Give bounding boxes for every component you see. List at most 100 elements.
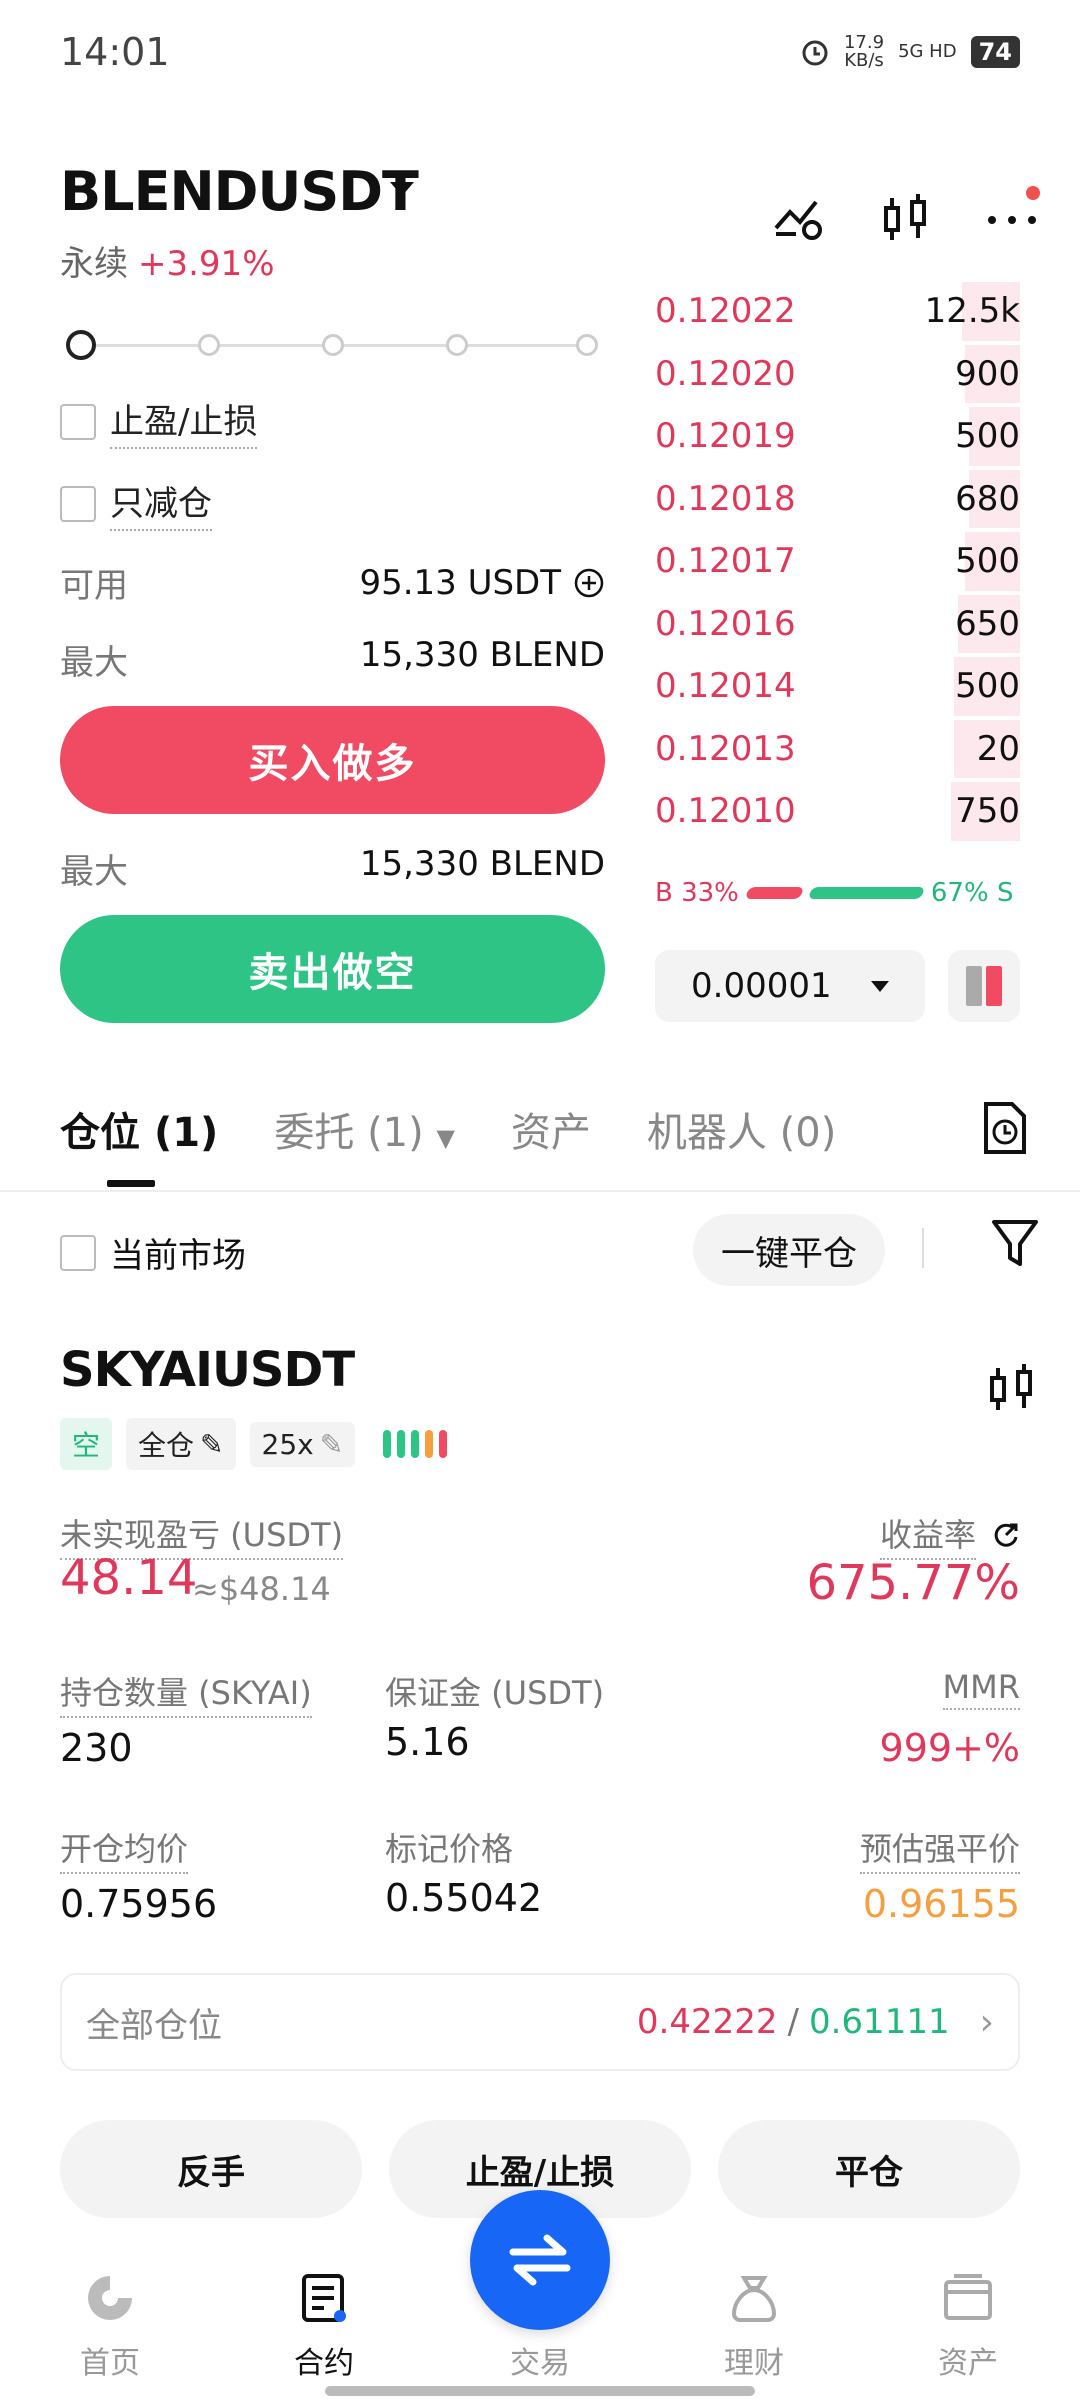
position-symbol[interactable]: SKYAIUSDT <box>60 1342 355 1398</box>
liq-label[interactable]: 预估强平价 <box>859 1824 1020 1874</box>
ask-qty: 650 <box>955 603 1020 644</box>
signal-indicator: 5G HD <box>898 41 957 62</box>
entry-value: 0.75956 <box>60 1882 218 1926</box>
size-value: 230 <box>60 1726 133 1770</box>
size-label[interactable]: 持仓数量 (SKYAI) <box>60 1668 312 1718</box>
side-badge: 空 <box>60 1418 113 1470</box>
wallet-icon <box>944 2274 992 2320</box>
price-alert-icon[interactable] <box>772 190 828 246</box>
close-position-button[interactable]: 平仓 <box>718 2120 1020 2218</box>
mmr-value: 999+% <box>879 1726 1020 1770</box>
liq-value: 0.96155 <box>862 1882 1020 1926</box>
available-value: 95.13 USDT <box>359 562 561 603</box>
pair-title[interactable]: BLENDUSDT <box>60 160 419 223</box>
tab-assets[interactable]: 资产 <box>511 1100 591 1158</box>
share-icon[interactable] <box>992 1521 1020 1549</box>
ask-qty: 500 <box>955 666 1020 707</box>
close-all-button[interactable]: 一键平仓 <box>693 1214 885 1286</box>
orderbook-row[interactable]: 0.12016 650 <box>655 593 1020 656</box>
orderbook-row[interactable]: 0.12010 750 <box>655 780 1020 843</box>
margin-value: 5.16 <box>385 1720 470 1764</box>
orderbook-row[interactable]: 0.12014 500 <box>655 655 1020 718</box>
earn-icon <box>731 2276 777 2322</box>
nav-futures[interactable]: 合约 <box>254 2270 394 2382</box>
nav-assets[interactable]: 资产 <box>898 2270 1038 2382</box>
precision-value: 0.00001 <box>691 966 832 1006</box>
ask-price: 0.12018 <box>655 478 796 519</box>
edit-icon: ✎ <box>200 1427 224 1461</box>
buy-long-button[interactable]: 买入做多 <box>60 706 605 814</box>
tab-positions[interactable]: 仓位 (1) <box>60 1100 218 1158</box>
tpsl-checkbox[interactable] <box>60 403 96 440</box>
orderbook-row[interactable]: 0.12018 680 <box>655 468 1020 531</box>
ask-price: 0.12019 <box>655 416 796 457</box>
ask-qty: 500 <box>955 416 1020 457</box>
pair-dropdown-icon[interactable] <box>390 182 414 196</box>
tpsl-label: 止盈/止损 <box>110 394 258 449</box>
history-icon[interactable] <box>980 1100 1030 1156</box>
battery-icon: 74 <box>970 36 1020 68</box>
ask-price: 0.12017 <box>655 541 796 582</box>
status-icons: 17.9 KB/s 5G HD 74 <box>800 34 1020 70</box>
ask-price: 0.12010 <box>655 791 796 832</box>
buy-sell-ratio: B 33% 67% S <box>655 878 1020 908</box>
edit-icon: ✎ <box>319 1427 344 1461</box>
nav-home[interactable]: 首页 <box>40 2270 180 2382</box>
ask-price: 0.12020 <box>655 353 796 394</box>
current-market-checkbox[interactable] <box>60 1234 96 1271</box>
all-positions-label: 全部仓位 <box>86 2005 222 2046</box>
tpsl-option[interactable]: 止盈/止损 <box>60 394 258 449</box>
max-buy-row: 最大 15,330 BLEND <box>60 635 605 683</box>
mark-label: 标记价格 <box>385 1830 514 1868</box>
entry-label[interactable]: 开仓均价 <box>60 1824 189 1874</box>
add-funds-icon[interactable] <box>573 567 605 599</box>
ask-qty: 680 <box>955 478 1020 519</box>
reduce-only-checkbox[interactable] <box>60 485 96 522</box>
ask-price: 0.12022 <box>655 291 796 332</box>
buy-ratio-bar <box>744 887 805 899</box>
current-market-option[interactable]: 当前市场 <box>60 1228 246 1277</box>
nav-earn[interactable]: 理财 <box>684 2270 824 2382</box>
ask-price: 0.12014 <box>655 666 796 707</box>
tp-value: 0.42222 <box>636 2002 778 2042</box>
risk-level-icon <box>383 1430 448 1458</box>
candlestick-chart-icon[interactable] <box>878 190 934 246</box>
orderbook-row[interactable]: 0.12019 500 <box>655 405 1020 468</box>
tab-bots[interactable]: 机器人 (0) <box>647 1100 836 1158</box>
net-speed: 17.9 KB/s <box>843 32 885 71</box>
divider <box>0 1190 1080 1192</box>
candlestick-chart-icon[interactable] <box>984 1360 1040 1416</box>
max-buy-value: 15,330 BLEND <box>359 635 605 675</box>
all-positions-row[interactable]: 全部仓位 0.42222/0.61111 › <box>60 1973 1020 2071</box>
gesture-bar <box>325 2386 755 2396</box>
filter-icon[interactable] <box>990 1216 1040 1272</box>
reverse-button[interactable]: 反手 <box>60 2120 362 2218</box>
tab-orders[interactable]: 委托 (1) ▼ <box>274 1100 455 1158</box>
layout-icon <box>966 966 982 1006</box>
sell-ratio-bar <box>807 887 926 899</box>
reduce-only-label: 只减仓 <box>110 476 212 531</box>
leverage-badge[interactable]: 25x ✎ <box>249 1421 356 1467</box>
precision-select[interactable]: 0.00001 <box>655 950 925 1022</box>
sell-short-button[interactable]: 卖出做空 <box>60 915 605 1023</box>
pnl-usd-value: ≈$48.14 <box>192 1570 331 1608</box>
book-layout-button[interactable] <box>948 950 1020 1022</box>
max-sell-value: 15,330 BLEND <box>359 844 605 884</box>
divider <box>922 1228 924 1268</box>
roi-label[interactable]: 收益率 <box>879 1510 976 1560</box>
slider-knob[interactable] <box>66 330 96 360</box>
margin-mode-badge[interactable]: 全仓 ✎ <box>126 1418 236 1470</box>
orderbook-row[interactable]: 0.12013 20 <box>655 718 1020 781</box>
sell-ratio-label: 67% S <box>930 878 1014 908</box>
trade-fab-button[interactable] <box>470 2190 610 2330</box>
mmr-label[interactable]: MMR <box>942 1668 1020 1710</box>
tab-underline <box>107 1180 155 1187</box>
reduce-only-option[interactable]: 只减仓 <box>60 476 212 531</box>
orderbook-row[interactable]: 0.12020 900 <box>655 343 1020 406</box>
orderbook-row[interactable]: 0.12017 500 <box>655 530 1020 593</box>
buy-ratio-label: B 33% <box>655 878 739 908</box>
leverage-slider[interactable] <box>60 330 600 360</box>
ask-price: 0.12013 <box>655 728 796 769</box>
orderbook-row[interactable]: 0.12022 12.5k <box>655 280 1020 343</box>
roi-value: 675.77% <box>806 1555 1020 1611</box>
